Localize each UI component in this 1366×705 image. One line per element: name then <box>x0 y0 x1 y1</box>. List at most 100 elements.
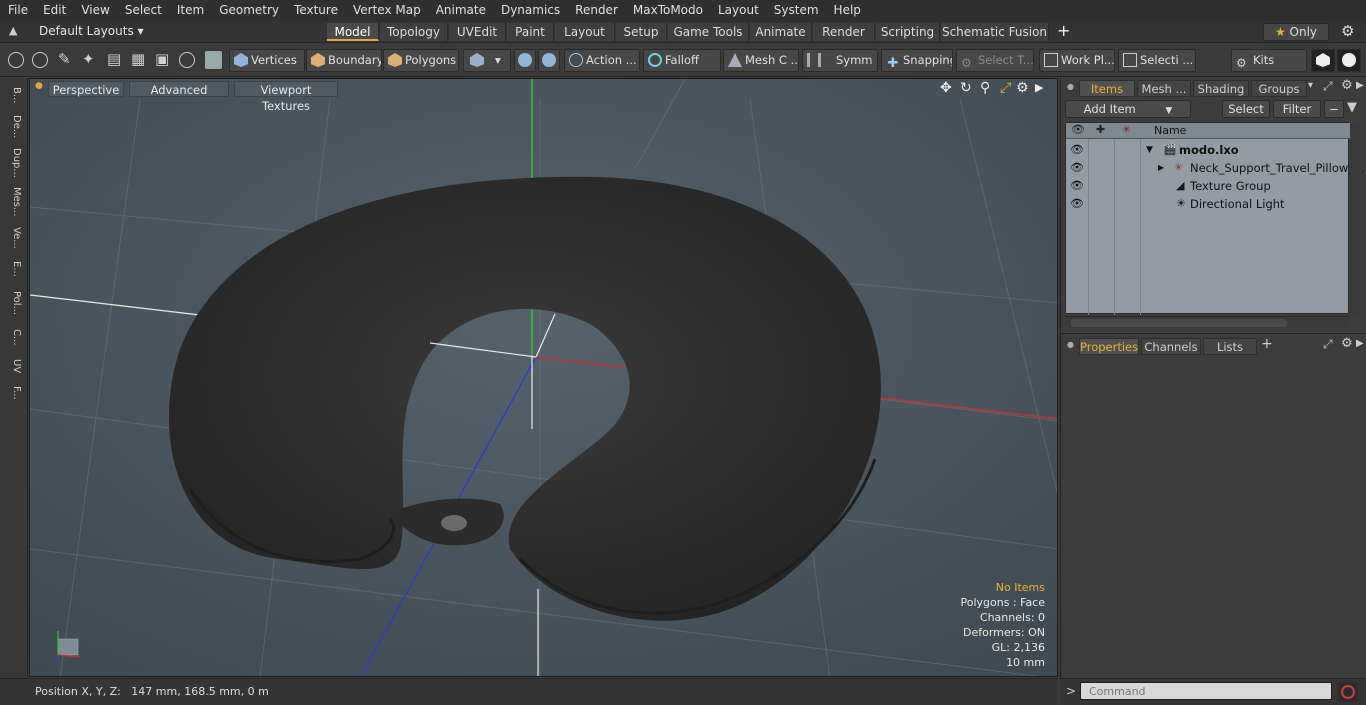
rotate-view-icon[interactable] <box>179 52 195 68</box>
falloff-button[interactable]: Falloff <box>643 49 721 72</box>
lock-column-icon[interactable]: ✚ <box>1096 123 1105 136</box>
funnel-filter-icon[interactable]: ▼ <box>1347 100 1357 115</box>
brush-icon[interactable]: ✦ <box>82 50 95 68</box>
tab-uvedit[interactable]: UVEdit <box>449 23 506 41</box>
eye-icon[interactable]: 👁 <box>1070 195 1084 210</box>
tab-lists[interactable]: Lists <box>1203 338 1257 355</box>
record-button[interactable] <box>1338 682 1358 702</box>
type-column-icon[interactable]: ✳ <box>1122 123 1131 136</box>
tab-topology[interactable]: Topology <box>380 23 448 41</box>
move-view-icon[interactable]: ✥ <box>940 80 952 96</box>
tab-items[interactable]: Items <box>1079 80 1135 97</box>
collapse-button[interactable]: − <box>1324 100 1344 118</box>
menu-render[interactable]: Render <box>567 0 625 21</box>
strip-tab-deform[interactable]: De... <box>4 112 22 142</box>
perspective-dropdown[interactable]: Perspective <box>48 81 124 97</box>
tabs-dropdown-icon[interactable]: ▾ <box>1308 80 1313 91</box>
menu-item[interactable]: Item <box>169 0 211 21</box>
eye-icon[interactable]: 👁 <box>1070 141 1084 156</box>
item-mode-dropdown[interactable]: ▾ <box>463 49 511 72</box>
globe-icon[interactable] <box>32 52 48 68</box>
strip-tab-vertex[interactable]: Ve... <box>4 224 22 252</box>
maximize-view-icon[interactable]: ⤢ <box>1000 80 1011 96</box>
item-list-scrollbar[interactable] <box>1351 122 1361 314</box>
tab-game-tools[interactable]: Game Tools <box>668 23 749 41</box>
panel-arrow-icon[interactable]: ▶ <box>1356 80 1364 91</box>
tab-paint[interactable]: Paint <box>507 23 554 41</box>
tab-animate[interactable]: Animate <box>750 23 812 41</box>
center-icon[interactable]: ▣ <box>155 50 169 68</box>
list-item[interactable]: 👁 ▼ 🎬 modo.lxo <box>1066 141 1350 159</box>
tab-schematic-fusion[interactable]: Schematic Fusion <box>941 23 1049 41</box>
menu-geometry[interactable]: Geometry <box>211 0 286 21</box>
viewport-expand-arrow-icon[interactable]: ▶ <box>1035 81 1043 94</box>
strip-tab-mesh[interactable]: Mes... <box>4 184 22 220</box>
list-item[interactable]: 👁 ☀ Directional Light <box>1066 195 1350 213</box>
props-panel-menu-icon[interactable]: ● <box>1067 340 1074 349</box>
list-item[interactable]: 👁 ▶ ✳ Neck_Support_Travel_Pillow_... <box>1066 159 1365 177</box>
menu-file[interactable]: File <box>0 0 35 21</box>
zoom-view-icon[interactable]: ⚲ <box>980 80 990 96</box>
align-icon[interactable]: ▤ <box>107 50 121 68</box>
action-center-icon[interactable] <box>514 49 536 72</box>
filter-button[interactable]: Filter <box>1273 100 1321 118</box>
menu-help[interactable]: Help <box>826 0 868 21</box>
item-list-hscrollbar[interactable] <box>1065 316 1349 328</box>
boundary-button[interactable]: Boundary <box>306 49 382 72</box>
select-button[interactable]: Select <box>1222 100 1270 118</box>
tab-channels[interactable]: Channels <box>1141 338 1201 355</box>
viewport-settings-gear-icon[interactable]: ⚙ <box>1016 80 1029 96</box>
menu-texture[interactable]: Texture <box>286 0 345 21</box>
unreal-icon[interactable] <box>1337 49 1361 72</box>
command-input[interactable] <box>1080 682 1332 700</box>
unity-icon[interactable] <box>1311 49 1335 72</box>
strip-tab-basic[interactable]: B... <box>4 82 22 108</box>
menu-view[interactable]: View <box>73 0 116 21</box>
props-expand-icon[interactable]: ⤢ <box>1323 337 1333 352</box>
layout-collapse-icon[interactable]: ▲ <box>9 24 17 37</box>
add-item-button[interactable]: Add Item ▼ <box>1065 100 1191 118</box>
strip-tab-duplicate[interactable]: Dup... <box>4 146 22 180</box>
strip-tab-polygon[interactable]: Pol... <box>4 286 22 320</box>
props-settings-gear-icon[interactable]: ⚙ <box>1341 336 1353 351</box>
snapping-button[interactable]: ✚ Snapping <box>881 49 953 72</box>
list-item[interactable]: 👁 ◢ Texture Group <box>1066 177 1350 195</box>
work-plane-button[interactable]: Work Pl... <box>1039 49 1115 72</box>
expand-arrow-icon[interactable]: ▶ <box>1158 159 1164 177</box>
tab-shading[interactable]: Shading <box>1193 80 1249 97</box>
tab-groups[interactable]: Groups <box>1251 80 1307 97</box>
advanced-dropdown[interactable]: Advanced <box>129 81 229 97</box>
panel-expand-icon[interactable]: ⤢ <box>1323 79 1333 94</box>
vertices-button[interactable]: Vertices <box>229 49 305 72</box>
menu-layout[interactable]: Layout <box>710 0 766 21</box>
expand-arrow-icon[interactable]: ▼ <box>1146 141 1153 159</box>
tab-model[interactable]: Model <box>327 23 379 41</box>
tab-mesh[interactable]: Mesh ... <box>1137 80 1191 97</box>
menu-edit[interactable]: Edit <box>35 0 73 21</box>
menu-select[interactable]: Select <box>117 0 169 21</box>
menu-maxtomodo[interactable]: MaxToModo <box>625 0 710 21</box>
rotate-view-icon[interactable]: ↻ <box>960 80 972 96</box>
3d-viewport[interactable]: ● Perspective Advanced Viewport Textures… <box>29 78 1058 677</box>
settings-gear-icon[interactable]: ⚙ <box>1341 22 1354 40</box>
action-button[interactable]: Action ... <box>564 49 640 72</box>
kits-button[interactable]: ⚙ Kits <box>1231 49 1307 72</box>
hscroll-thumb[interactable] <box>1071 319 1287 327</box>
panel-menu-icon[interactable]: ● <box>1067 82 1074 91</box>
eye-icon[interactable]: 👁 <box>1070 177 1084 192</box>
tab-scripting[interactable]: Scripting <box>876 23 940 41</box>
add-tab-icon[interactable]: + <box>1057 21 1070 40</box>
tab-layout[interactable]: Layout <box>555 23 615 41</box>
falloff-toggle-icon[interactable] <box>538 49 560 72</box>
tab-properties[interactable]: Properties <box>1079 338 1139 355</box>
select-through-button[interactable]: ⚙ Select T... <box>956 49 1034 72</box>
shield-icon[interactable] <box>205 51 222 69</box>
panel-settings-gear-icon[interactable]: ⚙ <box>1341 78 1353 93</box>
visibility-column-icon[interactable]: 👁 <box>1071 123 1085 136</box>
viewport-textures-dropdown[interactable]: Viewport Textures <box>234 81 338 113</box>
polygons-button[interactable]: Polygons <box>383 49 459 72</box>
add-props-tab-icon[interactable]: + <box>1261 336 1273 352</box>
snap-grid-icon[interactable]: ▦ <box>131 50 145 68</box>
strip-tab-fusion[interactable]: F... <box>4 380 22 406</box>
name-column-header[interactable]: Name <box>1154 124 1186 137</box>
